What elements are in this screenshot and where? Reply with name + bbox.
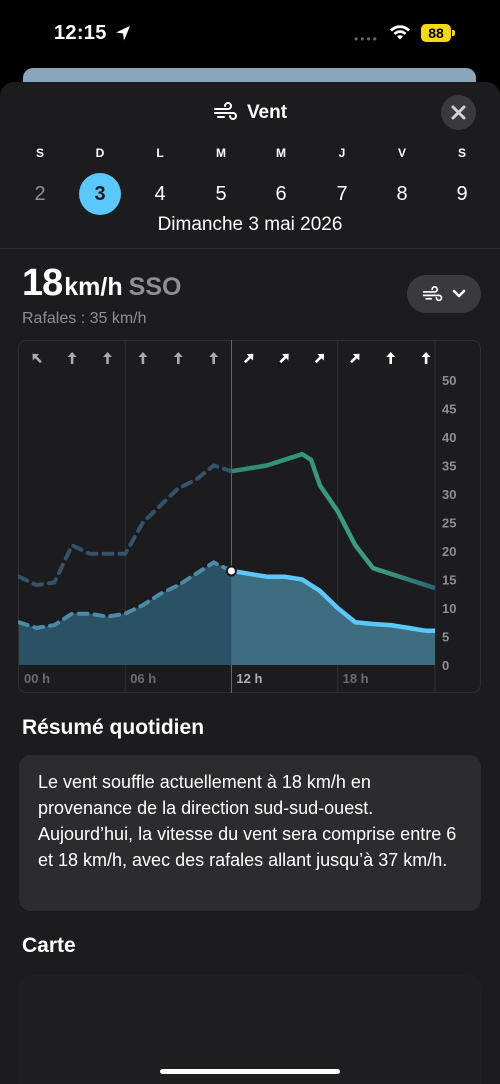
- weekday-letter: M: [216, 146, 226, 160]
- arrow-shape: [209, 352, 219, 364]
- arrow-shape: [67, 352, 77, 364]
- y-tick-label: 45: [442, 402, 456, 417]
- day-3-button[interactable]: 3: [79, 173, 121, 215]
- x-tick-label: 18 h: [343, 671, 369, 686]
- weekday-letter: S: [457, 146, 466, 160]
- weekday-letter: J: [338, 146, 346, 160]
- current-value-marker: [225, 565, 237, 577]
- y-tick-label: 0: [442, 658, 449, 673]
- arrow-shape: [421, 352, 431, 364]
- wind-icon: [213, 102, 237, 120]
- battery-level: 88: [428, 25, 444, 41]
- y-tick-label: 20: [442, 544, 456, 559]
- y-tick-label: 10: [442, 601, 456, 616]
- chevron-down-icon: [452, 289, 466, 298]
- wind-direction-arrow-icon: [32, 353, 42, 364]
- sheet-title-text: Vent: [246, 102, 288, 123]
- weekday-letter: M: [276, 146, 286, 160]
- arrow-shape: [173, 352, 183, 364]
- arrow-shape: [314, 353, 325, 364]
- arrow-shape: [103, 352, 112, 364]
- wind-sheet: Vent S 2 D 3 L 4 M 5 M 6 J 7 V 8 S 9 Dimanche 3 mai 202…: [0, 82, 500, 1084]
- divider: [0, 248, 500, 249]
- wind-direction-arrow-icon: [350, 353, 360, 364]
- battery-icon: 88: [421, 24, 451, 42]
- y-tick-label: 5: [442, 630, 449, 645]
- wind-direction-arrow-icon: [279, 353, 289, 364]
- x-tick-label: 06 h: [130, 671, 156, 686]
- day-4-button[interactable]: 4: [139, 173, 181, 215]
- y-tick-label: 25: [442, 516, 456, 531]
- wifi-icon: [390, 25, 410, 40]
- summary-heading: Résumé quotidien: [22, 716, 205, 739]
- wind-direction-arrow-icon: [421, 352, 431, 364]
- xmark-icon: [451, 105, 466, 120]
- arrow-shape: [279, 353, 289, 364]
- wind-direction-arrow-icon: [67, 352, 77, 364]
- wind-direction-arrow-icon: [314, 353, 325, 364]
- day-2-button[interactable]: 2: [19, 173, 61, 215]
- selected-date: Dimanche 3 mai 2026: [157, 214, 343, 235]
- day-5-button[interactable]: 5: [200, 173, 242, 215]
- home-indicator: [160, 1069, 340, 1074]
- summary-text: Le vent souffle actuellement à 18 km/h e…: [38, 772, 457, 870]
- map-card[interactable]: [19, 975, 481, 1084]
- y-tick-label: 30: [442, 487, 456, 502]
- wind-direction-arrow-icon: [103, 352, 112, 364]
- arrow-shape: [243, 353, 254, 364]
- y-tick-label: 40: [442, 430, 456, 445]
- day-picker: S 2 D 3 L 4 M 5 M 6 J 7 V 8 S 9: [0, 146, 500, 215]
- gust-line-forecast: [231, 451, 436, 591]
- wind-unit: km/h: [64, 273, 123, 301]
- x-tick-label: 12 h: [236, 671, 262, 686]
- sheet-title: Vent: [0, 102, 500, 124]
- day-9-button[interactable]: 9: [441, 173, 483, 215]
- display-options-button[interactable]: [407, 275, 481, 313]
- x-tick-label: 00 h: [24, 671, 50, 686]
- y-tick-label: 15: [442, 573, 456, 588]
- wind-direction: SSO: [128, 273, 182, 301]
- weekday-letter: D: [95, 146, 105, 160]
- wind-speed: 18: [22, 262, 63, 304]
- arrow-shape: [386, 352, 396, 364]
- status-bar: 12:15 •••• 88: [0, 0, 500, 68]
- day-6-button[interactable]: 6: [260, 173, 302, 215]
- gusts-label: Rafales : 35 km/h: [22, 310, 147, 327]
- status-time: 12:15: [54, 22, 107, 44]
- weekday-letter: L: [156, 146, 164, 160]
- arrow-shape: [32, 353, 42, 364]
- y-tick-label: 35: [442, 459, 456, 474]
- wind-direction-arrow-icon: [386, 352, 396, 364]
- close-button[interactable]: [441, 95, 476, 130]
- wind-direction-arrow-icon: [173, 352, 183, 364]
- wind-direction-arrow-icon: [209, 352, 219, 364]
- wind-area-forecast: [231, 570, 435, 665]
- arrow-shape: [350, 353, 360, 364]
- summary-card: Le vent souffle actuellement à 18 km/h e…: [19, 755, 481, 911]
- wind-icon: [422, 286, 443, 302]
- wind-chart[interactable]: 50454035302520151050 00 h 06 h 12 h 18 h: [18, 340, 481, 693]
- current-wind: 18km/h SSO: [22, 262, 181, 305]
- weekday-letter: V: [397, 146, 406, 160]
- location-arrow-icon: [116, 26, 130, 41]
- battery-tip: [452, 30, 455, 36]
- arrow-shape: [138, 352, 148, 364]
- weekday-letter: S: [35, 146, 44, 160]
- day-7-button[interactable]: 7: [321, 173, 363, 215]
- map-heading: Carte: [22, 934, 76, 957]
- y-tick-label: 50: [442, 373, 456, 388]
- wind-direction-arrow-icon: [138, 352, 148, 364]
- cellular-signal-icon: ••••: [354, 32, 379, 46]
- day-8-button[interactable]: 8: [381, 173, 423, 215]
- wind-direction-arrow-icon: [243, 353, 254, 364]
